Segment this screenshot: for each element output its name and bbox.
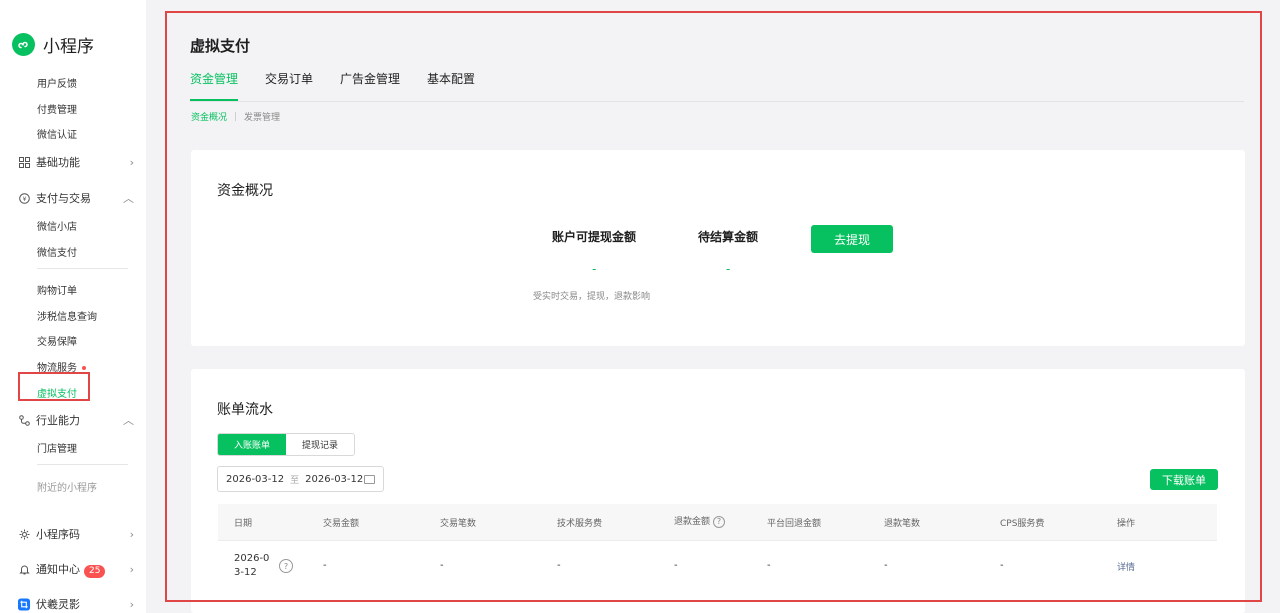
sidebar-group-industry[interactable]: 行业能力 ︿ [18, 412, 134, 428]
sidebar-divider [37, 268, 128, 269]
qrcode-icon [18, 528, 30, 540]
chevron-right-icon: › [129, 597, 134, 611]
sidebar-group-label: 通知中心 25 [36, 561, 130, 578]
sidebar-group-basic[interactable]: 基础功能 › [18, 154, 134, 170]
sidebar-item-wechat-verification[interactable]: 微信认证 [37, 126, 77, 141]
grid-icon [18, 156, 30, 168]
sidebar-group-label: 行业能力 [36, 414, 80, 427]
sidebar-group-label: 小程序码 [36, 528, 80, 541]
branch-icon [18, 414, 30, 426]
sidebar-item-trade-guarantee[interactable]: 交易保障 [37, 333, 77, 348]
sidebar-item-payment-management[interactable]: 付费管理 [37, 101, 77, 116]
yen-circle-icon: ¥ [18, 192, 30, 204]
sidebar-item-nearby[interactable]: 附近的小程序 [37, 479, 97, 494]
sidebar-item-shopping-orders[interactable]: 购物订单 [37, 282, 77, 297]
chevron-right-icon: › [129, 527, 134, 541]
highlight-box [18, 372, 90, 401]
notify-badge: 25 [84, 565, 106, 578]
chevron-right-icon: › [129, 155, 134, 169]
sidebar-item-store-management[interactable]: 门店管理 [37, 440, 77, 455]
sidebar-item-user-feedback[interactable]: 用户反馈 [37, 75, 77, 90]
mini-program-logo-icon [12, 33, 35, 56]
svg-text:¥: ¥ [22, 196, 26, 203]
sidebar-group-label: 伏羲灵影 [36, 598, 80, 611]
bell-icon [18, 564, 30, 576]
sidebar-item-wechat-shop[interactable]: 微信小店 [37, 218, 77, 233]
sidebar-group-label: 基础功能 [36, 156, 80, 169]
crop-app-icon [18, 598, 30, 610]
chevron-up-icon: ︿ [123, 192, 134, 205]
brand-title: 小程序 [43, 37, 94, 57]
brand[interactable]: 小程序 [12, 32, 94, 57]
sidebar-group-fuxi[interactable]: 伏羲灵影 › [18, 596, 134, 612]
notify-label: 通知中心 [36, 563, 80, 576]
sidebar-group-payment[interactable]: ¥ 支付与交易 ︿ [18, 190, 134, 206]
sidebar-group-label: 支付与交易 [36, 192, 91, 205]
chevron-right-icon: › [129, 563, 134, 576]
sidebar-item-tax-info[interactable]: 涉税信息查询 [37, 308, 97, 323]
sidebar: 小程序 用户反馈 付费管理 微信认证 基础功能 › ¥ 支付与交易 ︿ 微信小店… [0, 0, 146, 613]
sidebar-group-qrcode[interactable]: 小程序码 › [18, 526, 134, 542]
sidebar-item-wechat-pay[interactable]: 微信支付 [37, 244, 77, 259]
new-dot [82, 366, 86, 370]
sidebar-divider [37, 464, 128, 465]
highlight-box [165, 11, 1262, 602]
sidebar-group-notify[interactable]: 通知中心 25 › [18, 561, 134, 578]
chevron-up-icon: ︿ [123, 414, 134, 427]
